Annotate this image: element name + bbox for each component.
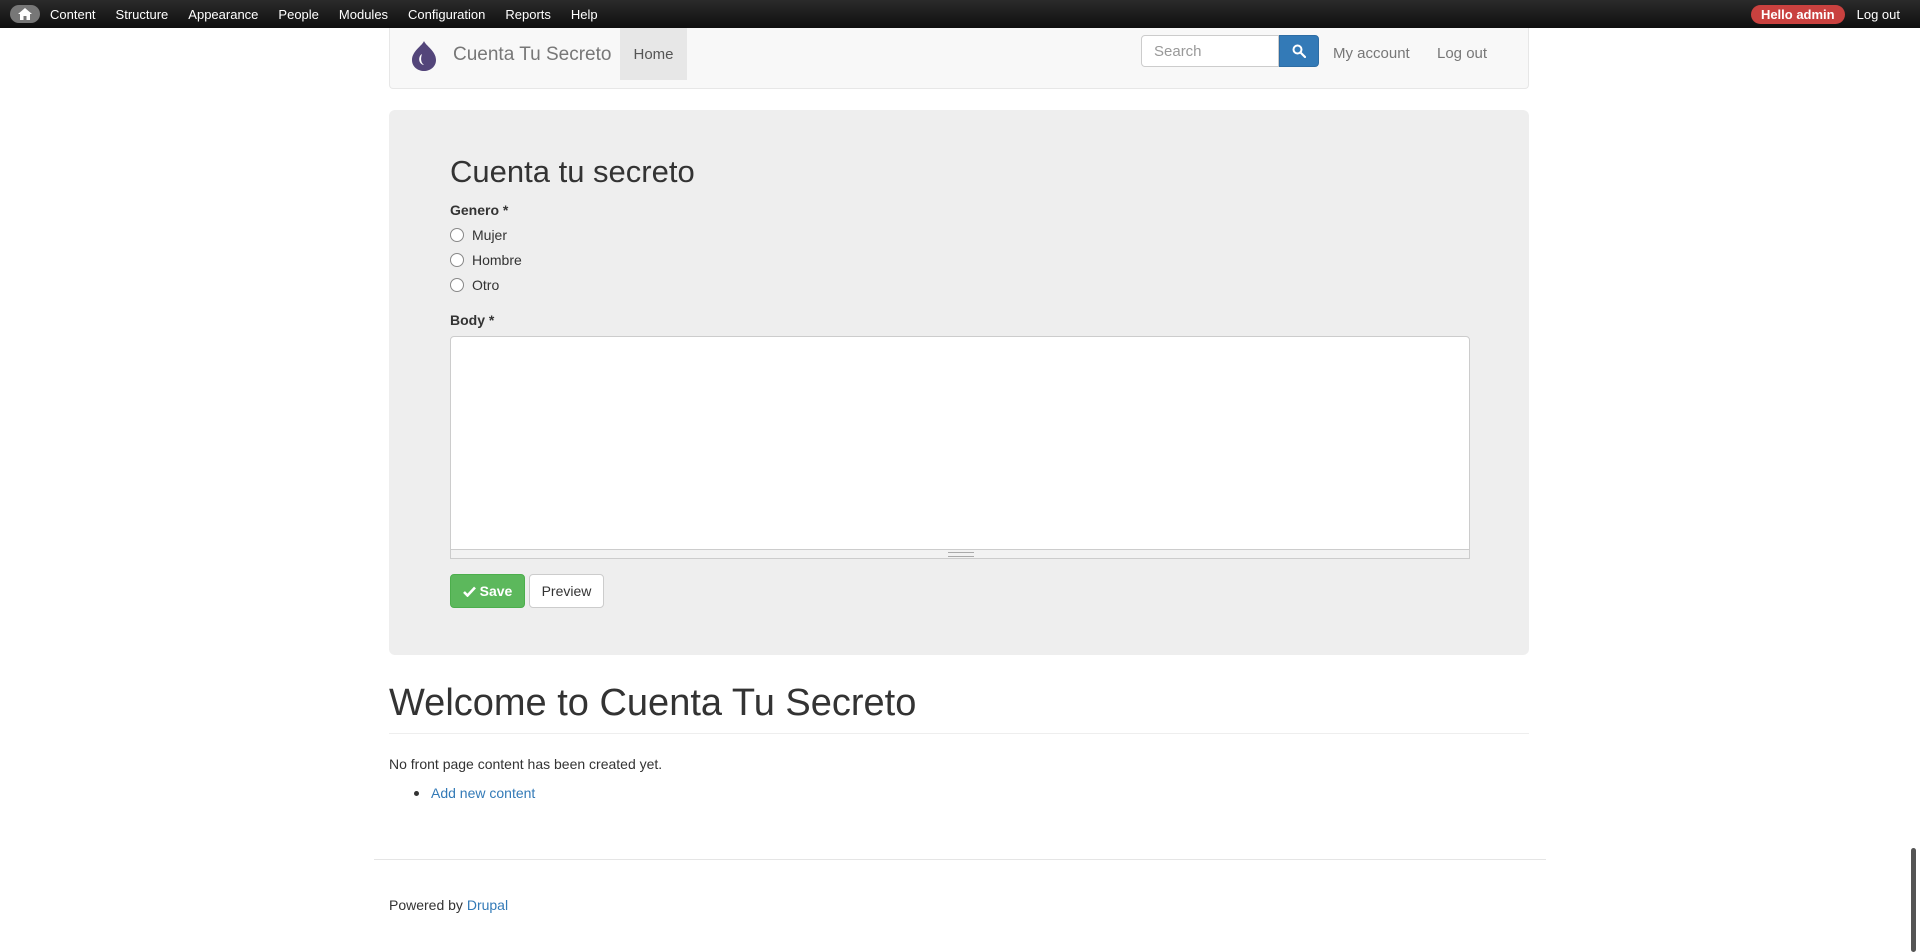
radio-button[interactable] [450, 253, 464, 267]
admin-menu-content[interactable]: Content [50, 7, 96, 22]
admin-logout-link[interactable]: Log out [1857, 7, 1900, 22]
radio-option-hombre[interactable]: Hombre [450, 252, 522, 268]
drupal-link[interactable]: Drupal [467, 897, 508, 913]
save-button-label: Save [479, 583, 513, 599]
preview-button[interactable]: Preview [529, 574, 604, 608]
list-item: Add new content [414, 785, 535, 801]
footer: Powered by Drupal [389, 897, 508, 913]
no-content-message: No front page content has been created y… [389, 756, 663, 772]
site-navbar: Cuenta Tu Secreto Home My account Log ou… [389, 28, 1529, 89]
footer-divider [374, 859, 1546, 860]
textarea-resize-handle[interactable] [450, 550, 1470, 559]
radio-label: Mujer [472, 227, 508, 243]
admin-menu-modules[interactable]: Modules [339, 7, 388, 22]
add-new-content-link[interactable]: Add new content [431, 785, 535, 801]
hello-admin-badge[interactable]: Hello admin [1750, 4, 1845, 24]
bullet-icon [414, 790, 419, 796]
search-input[interactable] [1141, 35, 1279, 67]
admin-menu-help[interactable]: Help [571, 7, 598, 22]
navbar-logout-link[interactable]: Log out [1437, 45, 1487, 62]
search-button[interactable] [1279, 35, 1319, 67]
radio-option-otro[interactable]: Otro [450, 277, 499, 293]
radio-option-mujer[interactable]: Mujer [450, 227, 507, 243]
admin-menu-reports[interactable]: Reports [505, 7, 551, 22]
genero-label: Genero * [450, 202, 509, 218]
scrollbar[interactable] [1911, 848, 1916, 952]
search-icon [1292, 44, 1306, 58]
radio-button[interactable] [450, 228, 464, 242]
admin-toolbar: Content Structure Appearance People Modu… [0, 0, 1920, 28]
body-textarea[interactable] [450, 336, 1470, 550]
radio-label: Otro [472, 277, 500, 293]
powered-by-text: Powered by [389, 897, 463, 913]
title-divider [389, 733, 1529, 734]
my-account-link[interactable]: My account [1333, 45, 1410, 62]
page-title: Welcome to Cuenta Tu Secreto [389, 682, 917, 724]
form-title: Cuenta tu secreto [450, 154, 695, 189]
home-icon[interactable] [10, 5, 40, 23]
secret-form-panel: Cuenta tu secreto Genero * Mujer Hombre … [389, 110, 1529, 655]
admin-user-area: Hello admin Log out [1750, 0, 1900, 28]
admin-menu-people[interactable]: People [278, 7, 318, 22]
admin-menu: Content Structure Appearance People Modu… [50, 0, 618, 28]
admin-menu-structure[interactable]: Structure [116, 7, 169, 22]
admin-menu-configuration[interactable]: Configuration [408, 7, 485, 22]
check-icon [462, 586, 476, 597]
body-label: Body * [450, 312, 495, 328]
site-name[interactable]: Cuenta Tu Secreto [453, 44, 611, 66]
save-button[interactable]: Save [450, 574, 525, 608]
radio-label: Hombre [472, 252, 522, 268]
drupal-logo-icon[interactable] [410, 40, 438, 72]
admin-menu-appearance[interactable]: Appearance [188, 7, 258, 22]
nav-home-tab[interactable]: Home [620, 28, 687, 80]
radio-button[interactable] [450, 278, 464, 292]
